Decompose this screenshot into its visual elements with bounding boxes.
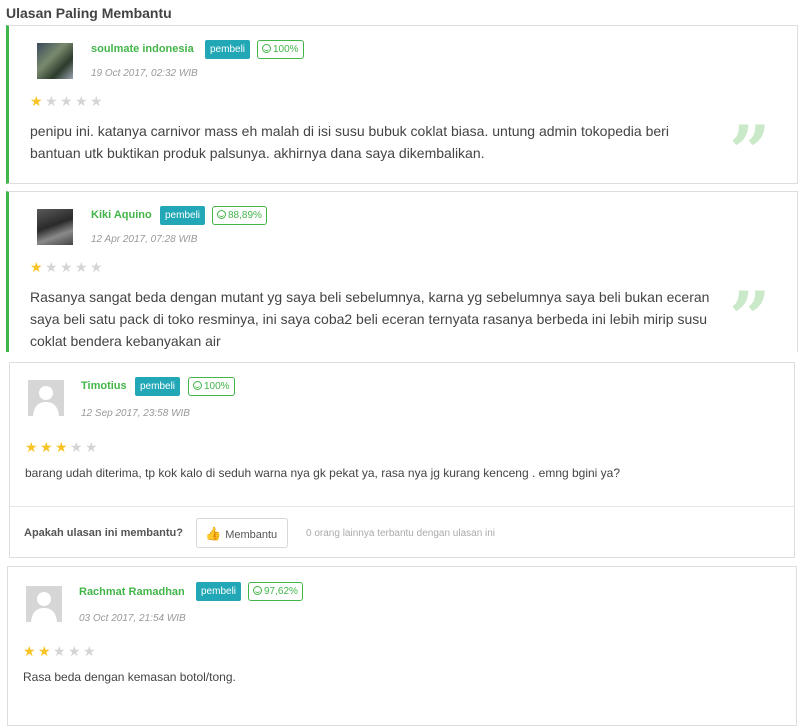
review-card: Timotius pembeli 100% 12 Sep 2017, 23:58…: [9, 362, 795, 558]
star-icon: ★: [85, 439, 98, 455]
review-text: Rasanya sangat beda dengan mutant yg say…: [30, 289, 710, 349]
rating-stars: ★ ★ ★ ★ ★: [30, 260, 105, 274]
reputation-value: 88,89%: [228, 210, 262, 221]
star-icon: ★: [75, 93, 88, 109]
quote-icon: ”: [729, 275, 771, 360]
reviewer-name[interactable]: Rachmat Ramadhan: [79, 586, 185, 598]
quote-icon: ”: [729, 109, 771, 194]
helpful-count: 0 orang lainnya terbantu dengan ulasan i…: [306, 528, 496, 539]
reputation-badge[interactable]: 100%: [188, 377, 235, 396]
buyer-badge: pembeli: [196, 582, 242, 601]
smile-icon: [193, 381, 202, 390]
review-date: 12 Apr 2017, 07:28 WIB: [91, 234, 198, 245]
review-text: barang udah diterima, tp kok kalo di sed…: [25, 466, 621, 480]
smile-icon: [262, 44, 271, 53]
review-date: 12 Sep 2017, 23:58 WIB: [81, 408, 190, 419]
avatar[interactable]: [26, 586, 62, 622]
helpful-button[interactable]: 👍 Membantu: [196, 518, 289, 548]
star-icon: ★: [40, 439, 53, 455]
reputation-badge[interactable]: 100%: [257, 40, 304, 59]
buyer-badge: pembeli: [135, 377, 181, 396]
reputation-value: 100%: [273, 44, 299, 55]
star-icon: ★: [45, 93, 58, 109]
avatar[interactable]: [37, 43, 73, 79]
buyer-badge: pembeli: [205, 40, 251, 59]
star-icon: ★: [68, 643, 81, 659]
reviewer-name[interactable]: Timotius: [81, 380, 127, 392]
star-icon: ★: [30, 259, 43, 275]
rating-stars: ★ ★ ★ ★ ★: [23, 644, 98, 658]
reviewer-name[interactable]: soulmate indonesia: [91, 43, 194, 55]
reputation-badge[interactable]: 88,89%: [212, 206, 267, 225]
rating-stars: ★ ★ ★ ★ ★: [30, 94, 105, 108]
review-card: Rachmat Ramadhan pembeli 97,62% 03 Oct 2…: [7, 566, 797, 726]
star-icon: ★: [60, 93, 73, 109]
star-icon: ★: [60, 259, 73, 275]
section-title: Ulasan Paling Membantu: [6, 5, 172, 21]
smile-icon: [253, 586, 262, 595]
review-card: soulmate indonesia pembeli 100% 19 Oct 2…: [6, 25, 798, 188]
review-date: 19 Oct 2017, 02:32 WIB: [91, 68, 198, 79]
star-icon: ★: [45, 259, 58, 275]
helpful-button-label: Membantu: [225, 529, 278, 541]
smile-icon: [217, 210, 226, 219]
star-icon: ★: [90, 259, 103, 275]
reputation-badge[interactable]: 97,62%: [248, 582, 303, 601]
star-icon: ★: [55, 439, 68, 455]
helpful-row: Apakah ulasan ini membantu? 👍 Membantu 0 …: [10, 506, 794, 559]
reputation-value: 97,62%: [264, 586, 298, 597]
avatar[interactable]: [28, 380, 64, 416]
reputation-value: 100%: [204, 381, 230, 392]
review-text: penipu ini. katanya carnivor mass eh mal…: [30, 123, 669, 161]
review-text: Rasa beda dengan kemasan botol/tong.: [23, 670, 236, 684]
review-card: Kiki Aquino pembeli 88,89% 12 Apr 2017, …: [6, 191, 798, 360]
star-icon: ★: [38, 643, 51, 659]
buyer-badge: pembeli: [160, 206, 206, 225]
thumbs-up-icon: 👍: [205, 526, 222, 541]
review-date: 03 Oct 2017, 21:54 WIB: [79, 613, 186, 624]
helpful-question: Apakah ulasan ini membantu?: [24, 527, 183, 539]
reviewer-name[interactable]: Kiki Aquino: [91, 209, 152, 221]
star-icon: ★: [90, 93, 103, 109]
user-placeholder-icon: [28, 380, 64, 416]
star-icon: ★: [25, 439, 38, 455]
star-icon: ★: [75, 259, 88, 275]
avatar[interactable]: [37, 209, 73, 245]
star-icon: ★: [30, 93, 43, 109]
star-icon: ★: [23, 643, 36, 659]
star-icon: ★: [70, 439, 83, 455]
star-icon: ★: [53, 643, 66, 659]
user-placeholder-icon: [26, 586, 62, 622]
star-icon: ★: [83, 643, 96, 659]
rating-stars: ★ ★ ★ ★ ★: [25, 440, 100, 454]
